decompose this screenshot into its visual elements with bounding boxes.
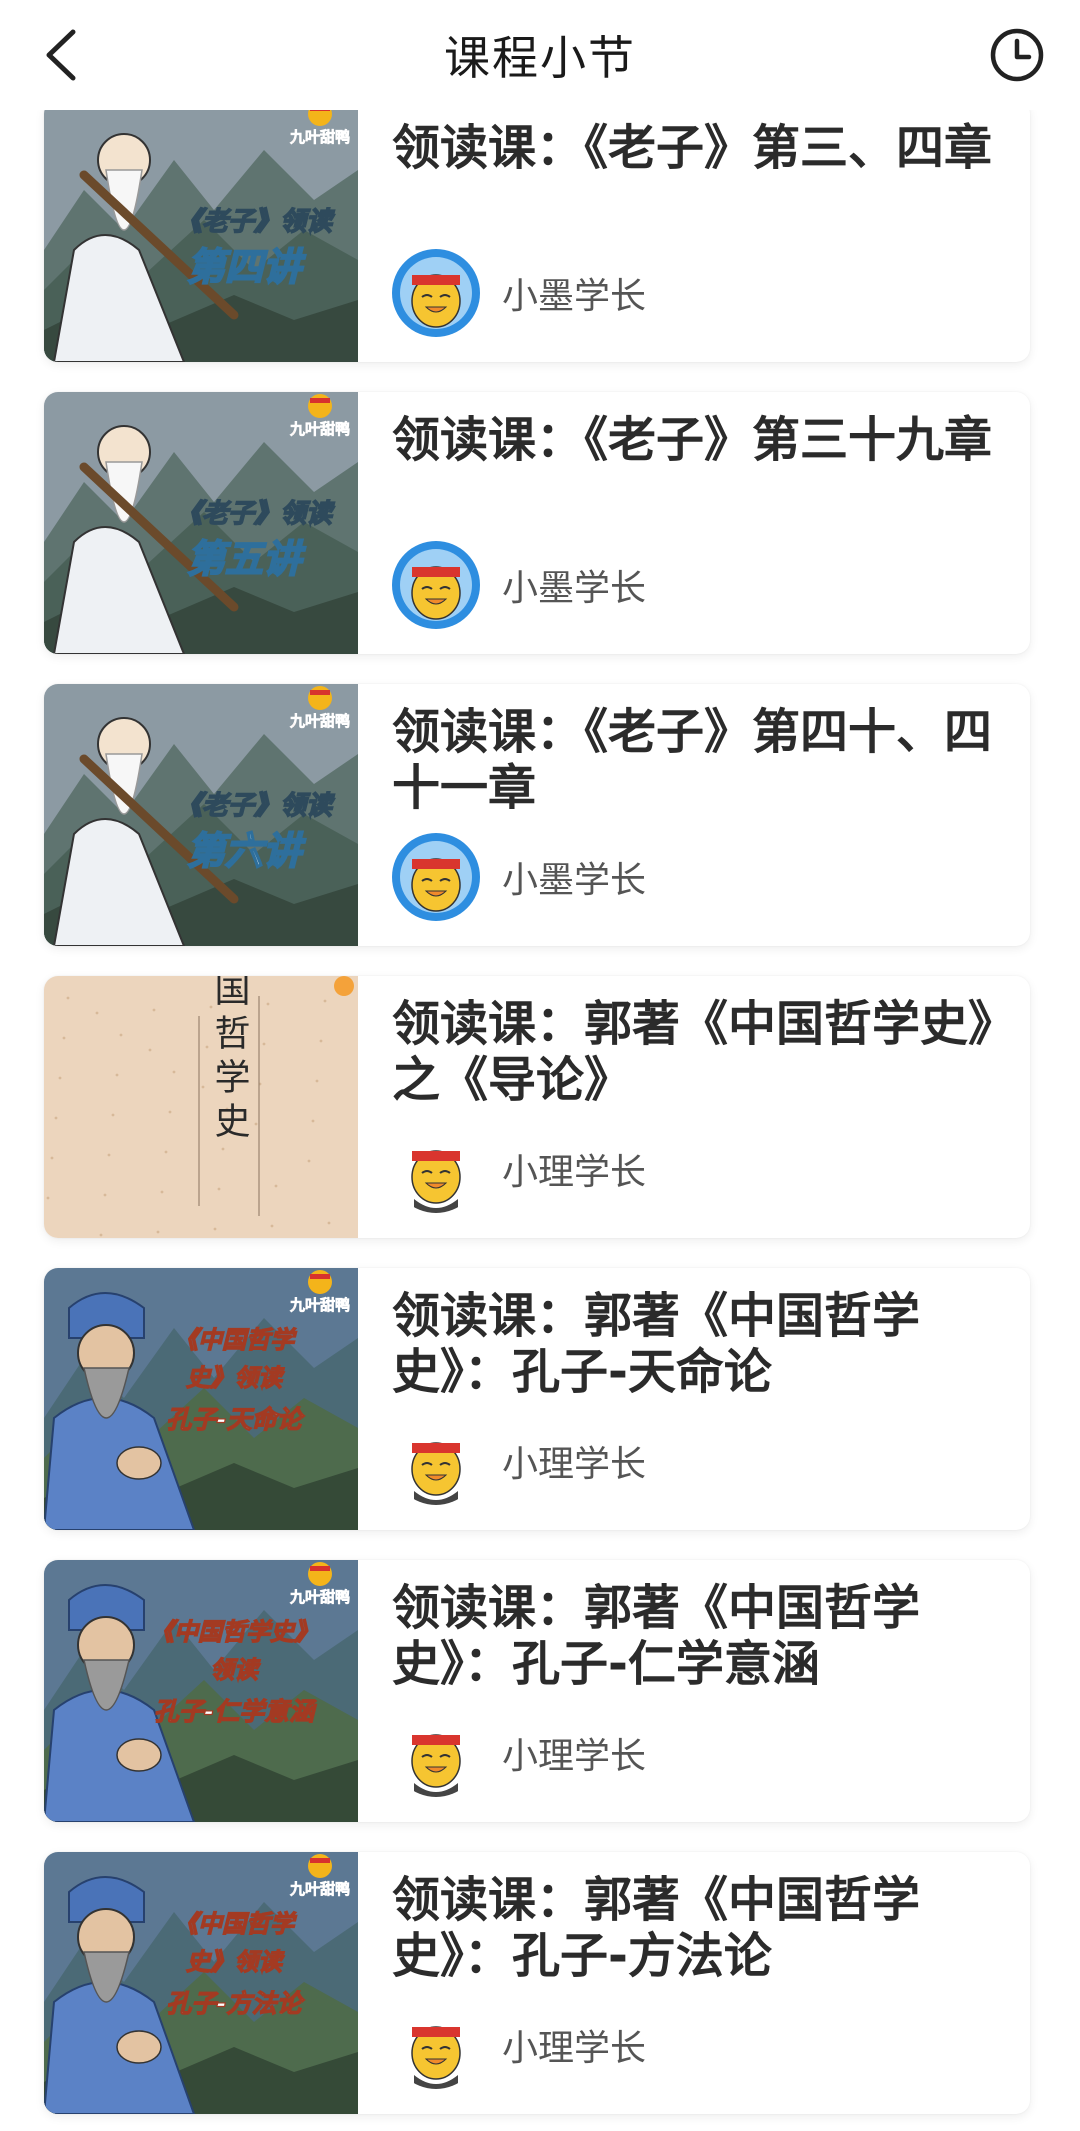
thumb-caption-episode: 第五讲: [187, 537, 306, 581]
thumb-caption-topic: 孔子-方法论: [166, 1989, 305, 2018]
thumb-caption-line: 《老子》领读: [176, 791, 335, 821]
page-title: 课程小节: [444, 31, 636, 85]
lesson-author: 小理学长: [392, 1416, 646, 1506]
lesson-author: 小理学长: [392, 1708, 646, 1798]
thumb-caption-line: 领读: [210, 1656, 261, 1684]
avatar: [392, 1709, 480, 1797]
lesson-title[interactable]: 领读课：郭著《中国哲学史》：孔子-仁学意涵: [392, 1580, 1002, 1692]
thumb-caption-episode: 第六讲: [187, 829, 306, 873]
lesson-title[interactable]: 领读课：郭著《中国哲学史》：孔子-方法论: [392, 1872, 1002, 1984]
thumb-caption-line: 《老子》领读: [176, 499, 335, 529]
author-name: 小理学长: [502, 1736, 647, 1777]
thumb-caption-line: 《老子》领读: [176, 207, 335, 237]
thumb-caption-topic: 孔子-天命论: [166, 1405, 305, 1434]
author-name: 小理学长: [502, 2028, 647, 2069]
lesson-card[interactable]: 九叶甜鸭 《老子》领读 第六讲 领读课：《老子》第四十、四十一章 小墨学长: [44, 684, 1030, 946]
lesson-card[interactable]: 九叶甜鸭 《中国哲学 史》领读 孔子-方法论 领读课：郭著《中国哲学史》：孔子-方法论小…: [44, 1852, 1030, 2114]
duck-avatar-icon: [392, 541, 480, 629]
thumb-caption-episode: 第四讲: [187, 245, 306, 289]
avatar: [392, 1125, 480, 1213]
duck-avatar-icon: [392, 2001, 480, 2089]
lesson-thumbnail[interactable]: 中国哲学史: [44, 976, 358, 1238]
duck-avatar-icon: [392, 833, 480, 921]
author-name: 小墨学长: [502, 860, 647, 901]
lesson-title[interactable]: 领读课：《老子》第四十、四十一章: [392, 704, 1002, 816]
thumb-caption-topic: 孔子-仁学意涵: [154, 1697, 317, 1726]
lesson-thumbnail[interactable]: 九叶甜鸭《老子》领读第五讲: [44, 392, 358, 654]
avatar: [392, 833, 480, 921]
avatar: [392, 249, 480, 337]
lesson-author: 小墨学长: [392, 248, 646, 338]
duck-avatar-icon: [392, 1125, 480, 1213]
brand-badge-text: 九叶甜鸭: [289, 712, 350, 730]
lesson-card[interactable]: 九叶甜鸭 《老子》领读 第四讲 领读课：《老子》第三、四章 小墨学长: [44, 100, 1030, 362]
avatar: [392, 1417, 480, 1505]
history-button[interactable]: [988, 26, 1046, 84]
author-name: 小理学长: [502, 1152, 647, 1193]
lesson-author: 小墨学长: [392, 540, 646, 630]
corner-badge: [334, 976, 354, 996]
avatar: [392, 2001, 480, 2089]
thumb-caption-line: 史》领读: [186, 1364, 285, 1392]
brand-badge-text: 九叶甜鸭: [289, 420, 350, 438]
lesson-card[interactable]: 九叶甜鸭 《中国哲学史》 领读 孔子-仁学意涵 领读课：郭著《中国哲学史》：孔子-仁学意…: [44, 1560, 1030, 1822]
author-name: 小墨学长: [502, 568, 647, 609]
lesson-title[interactable]: 领读课：郭著《中国哲学史》之《导论》: [392, 996, 1002, 1108]
thumb-caption-line: 《中国哲学: [174, 1326, 297, 1354]
lesson-thumbnail[interactable]: 九叶甜鸭《老子》领读第四讲: [44, 100, 358, 362]
brand-badge-text: 九叶甜鸭: [289, 1588, 350, 1606]
lesson-author: 小理学长: [392, 2000, 646, 2090]
lesson-title[interactable]: 领读课：《老子》第三、四章: [392, 120, 1002, 176]
brand-badge-text: 九叶甜鸭: [289, 1880, 350, 1898]
author-name: 小墨学长: [502, 276, 647, 317]
book-cover-title: 中国哲学史: [209, 976, 250, 1146]
duck-avatar-icon: [392, 1709, 480, 1797]
thumb-caption-line: 史》领读: [186, 1948, 285, 1976]
lesson-title[interactable]: 领读课：郭著《中国哲学史》：孔子-天命论: [392, 1288, 1002, 1400]
thumb-caption-line: 《中国哲学史》: [150, 1618, 318, 1646]
duck-avatar-icon: [392, 1417, 480, 1505]
lesson-author: 小理学长: [392, 1124, 646, 1214]
svg-text:中国哲学史: 中国哲学史: [209, 976, 250, 1146]
author-name: 小理学长: [502, 1444, 647, 1485]
lesson-author: 小墨学长: [392, 832, 646, 922]
lesson-thumbnail[interactable]: 九叶甜鸭《中国哲学史》领读孔子-天命论: [44, 1268, 358, 1530]
avatar: [392, 541, 480, 629]
thumb-caption-line: 《中国哲学: [174, 1910, 297, 1938]
lesson-thumbnail[interactable]: 九叶甜鸭《老子》领读第六讲: [44, 684, 358, 946]
lesson-thumbnail[interactable]: 九叶甜鸭《中国哲学史》 领读孔子-仁学意涵: [44, 1560, 358, 1822]
top-nav-bar: 课程小节: [0, 0, 1080, 110]
lesson-card[interactable]: 九叶甜鸭 《中国哲学 史》领读 孔子-天命论 领读课：郭著《中国哲学史》：孔子-天命论小…: [44, 1268, 1030, 1530]
lesson-card[interactable]: 中国哲学史 领读课：郭著《中国哲学史》之《导论》小理学长: [44, 976, 1030, 1238]
lesson-title[interactable]: 领读课：《老子》第三十九章: [392, 412, 1002, 468]
lesson-card[interactable]: 九叶甜鸭 《老子》领读 第五讲 领读课：《老子》第三十九章 小墨学长: [44, 392, 1030, 654]
brand-badge-text: 九叶甜鸭: [289, 1296, 350, 1314]
duck-avatar-icon: [392, 249, 480, 337]
clock-icon: [990, 28, 1044, 82]
brand-badge-text: 九叶甜鸭: [289, 128, 350, 146]
lesson-thumbnail[interactable]: 九叶甜鸭《中国哲学史》领读孔子-方法论: [44, 1852, 358, 2114]
